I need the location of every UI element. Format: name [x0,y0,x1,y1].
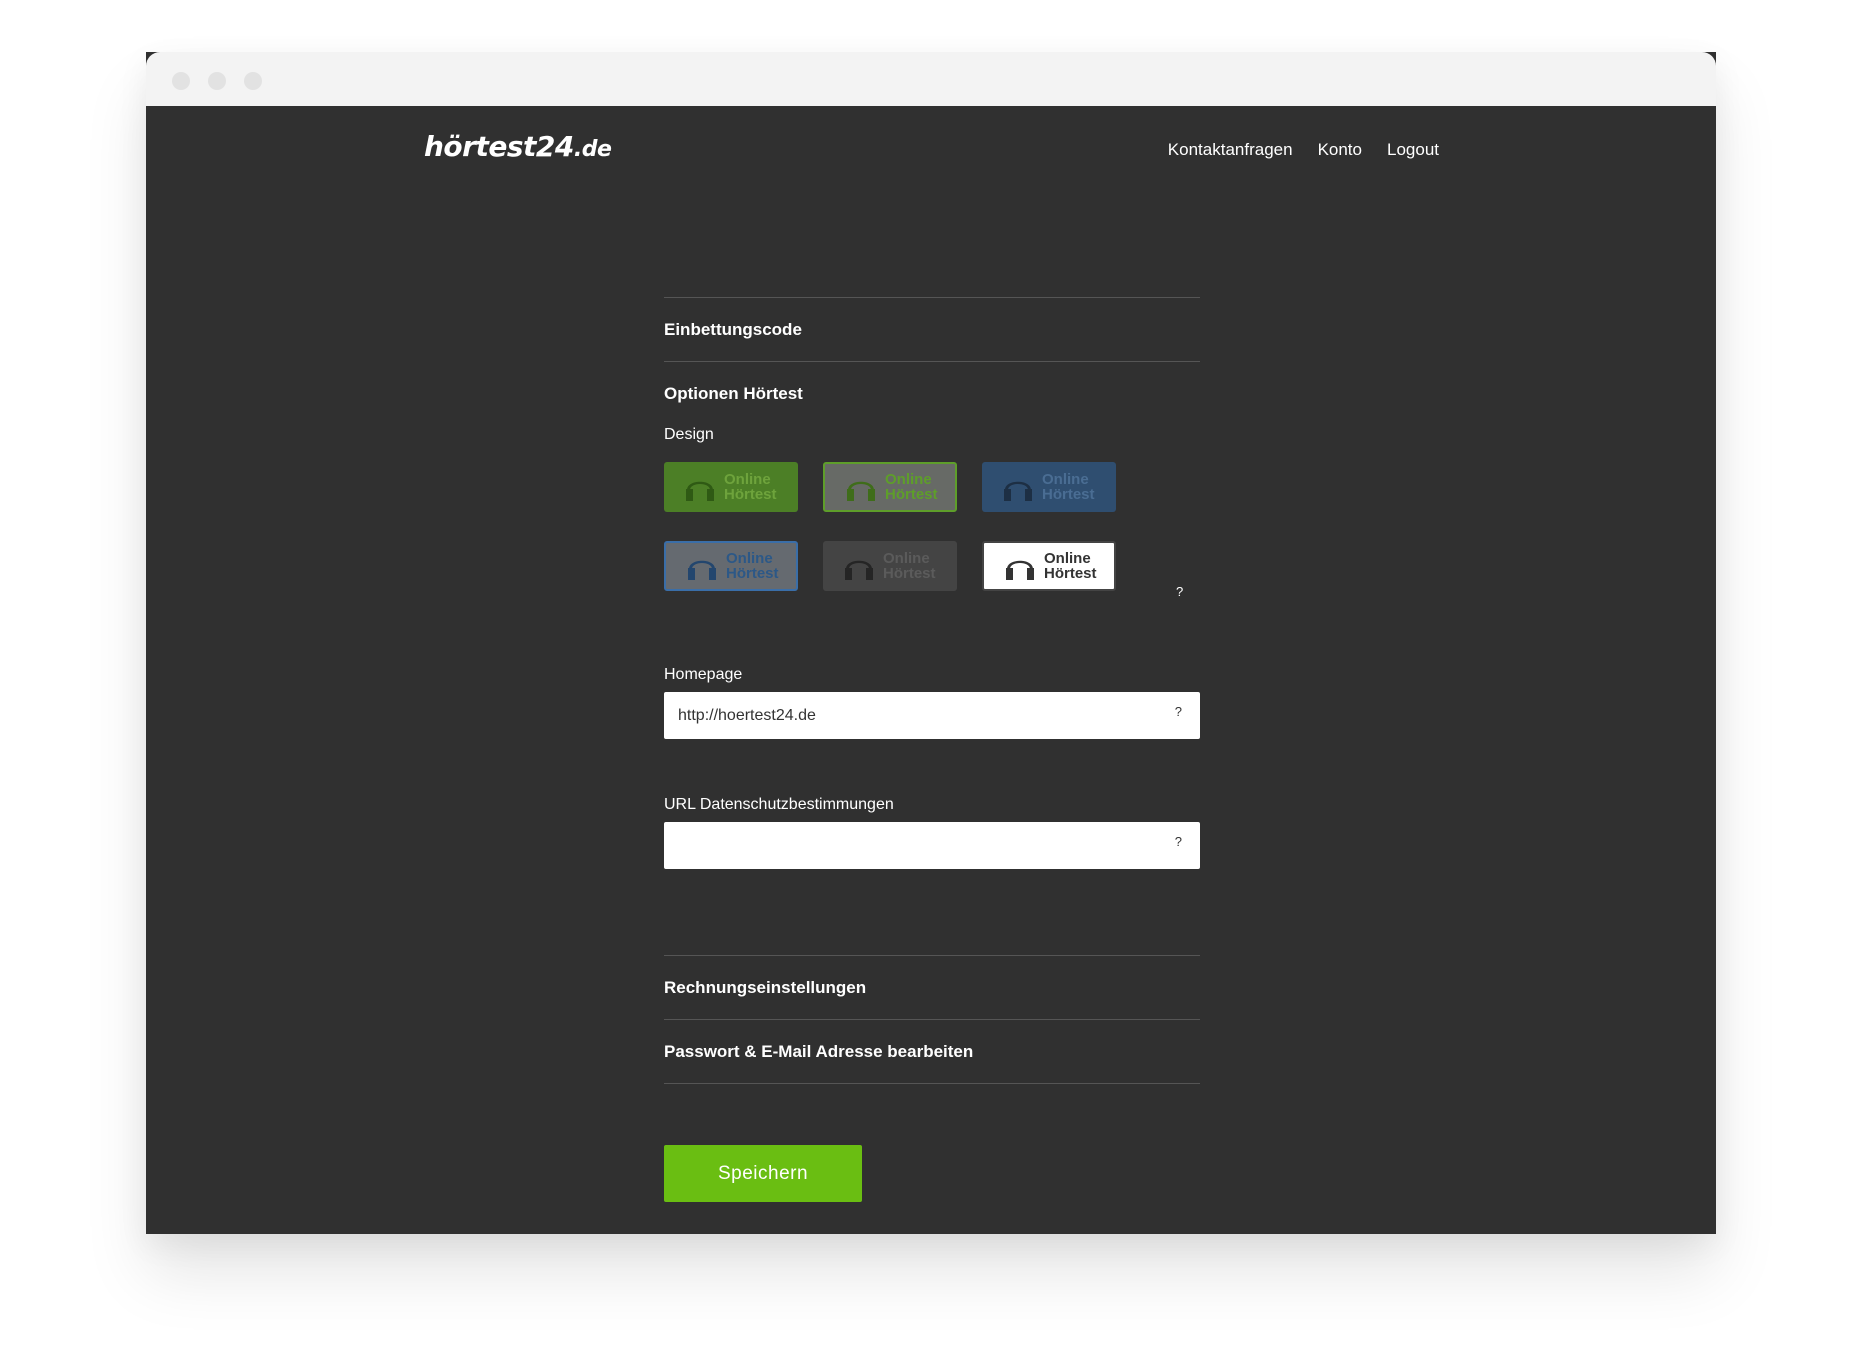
homepage-field: ? [664,692,1200,739]
section-einbettungscode[interactable]: Einbettungscode [664,320,802,340]
site-logo[interactable]: hörtest24.de [424,130,612,163]
design-option-text: Online Hörtest [726,550,779,582]
logo-main: hörtest24 [424,130,574,163]
design-option-green-outline[interactable]: Online Hörtest [823,462,957,512]
headphones-icon [1006,560,1034,580]
design-option-dark[interactable]: Online Hörtest [823,541,957,591]
design-option-green-filled[interactable]: Online Hörtest [664,462,798,512]
headphones-icon [688,560,716,580]
design-option-white-selected[interactable]: Online Hörtest [982,541,1116,591]
design-option-text: Online Hörtest [1044,550,1097,582]
page-content: hörtest24.de Kontaktanfragen Konto Logou… [146,106,1716,1234]
save-button[interactable]: Speichern [664,1145,862,1202]
design-option-text: Online Hörtest [885,471,938,503]
headphones-icon [686,481,714,501]
browser-window: hörtest24.de Kontaktanfragen Konto Logou… [146,52,1716,1234]
divider [664,297,1200,298]
privacy-url-label: URL Datenschutzbestimmungen [664,796,894,813]
divider [664,955,1200,956]
section-passwort-email[interactable]: Passwort & E-Mail Adresse bearbeiten [664,1042,973,1062]
logo-tld: .de [573,137,612,162]
top-nav: Kontaktanfragen Konto Logout [1168,140,1439,160]
design-label: Design [664,426,714,443]
privacy-url-help-icon[interactable]: ? [1175,834,1182,849]
design-help-icon[interactable]: ? [1176,584,1183,599]
headphones-icon [845,560,873,580]
design-option-text: Online Hörtest [1042,471,1095,503]
privacy-url-input[interactable] [664,822,1200,869]
divider [664,1019,1200,1020]
privacy-url-field: ? [664,822,1200,869]
divider [664,361,1200,362]
window-dot-maximize[interactable] [244,72,262,90]
divider [664,1083,1200,1084]
window-dot-close[interactable] [172,72,190,90]
design-option-text: Online Hörtest [883,550,936,582]
homepage-input[interactable] [664,692,1200,739]
design-option-blue-filled[interactable]: Online Hörtest [982,462,1116,512]
design-option-text: Online Hörtest [724,471,777,503]
nav-logout[interactable]: Logout [1387,140,1439,160]
homepage-label: Homepage [664,666,743,683]
nav-kontaktanfragen[interactable]: Kontaktanfragen [1168,140,1293,160]
headphones-icon [847,481,875,501]
section-rechnungseinstellungen[interactable]: Rechnungseinstellungen [664,978,866,998]
headphones-icon [1004,481,1032,501]
design-option-blue-outline[interactable]: Online Hörtest [664,541,798,591]
window-dot-minimize[interactable] [208,72,226,90]
nav-konto[interactable]: Konto [1318,140,1362,160]
section-optionen-hoertest[interactable]: Optionen Hörtest [664,384,803,404]
window-titlebar [146,52,1716,106]
homepage-help-icon[interactable]: ? [1175,704,1182,719]
